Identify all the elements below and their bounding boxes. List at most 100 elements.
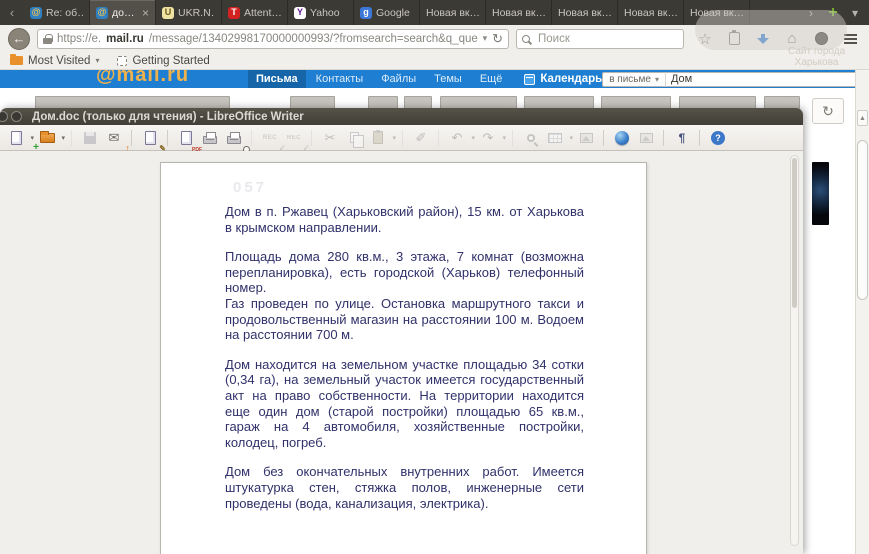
url-bar[interactable]: https://e. mail.ru/message/13402998170000… [37,28,509,49]
back-button[interactable]: ← [8,27,30,50]
home-icon[interactable]: ⌂ [782,29,802,49]
open-icon[interactable] [35,127,66,149]
browser-scrollbar[interactable]: ▲ [855,70,869,554]
tab-close-icon[interactable]: × [142,7,149,19]
new-document-icon[interactable]: + [4,127,39,152]
redo-icon[interactable]: ↷ [476,127,507,149]
window-close-icon[interactable] [0,111,8,122]
tab-controls: › + ▾ [801,0,869,25]
insert-image-icon[interactable] [574,127,598,149]
bookmark-label: Getting Started [132,54,210,67]
document-paragraph: Площадь дома 280 кв.м., 3 этажа, 7 комна… [225,249,584,296]
scrollbar-thumb[interactable] [857,140,868,300]
attachment-thumbnail[interactable] [812,162,829,225]
mailru-nav-letters[interactable]: Письма [248,70,306,88]
tab-new-4[interactable]: Новая вк… [618,0,684,25]
tab-favicon: @ [96,6,108,19]
mail-search-input[interactable] [664,71,856,87]
clone-formatting-icon[interactable]: ✐ [402,127,433,149]
document-page[interactable]: 057 Дом в п. Ржавец (Харьковский район),… [160,162,647,554]
mail-page-right-area [803,88,856,554]
print-preview-icon[interactable] [222,127,250,153]
tab-favicon: @ [30,6,42,19]
help-icon[interactable]: ? [699,127,730,149]
mailru-nav-themes[interactable]: Темы [426,70,470,88]
undo-icon[interactable]: ↶ [438,127,476,149]
document-paragraph: Дом без окончательных внутренних работ. … [225,464,584,511]
url-path: /message/13402998170000000993/?fromsearc… [148,32,478,45]
send-email-icon[interactable]: ✉ ↑ [102,127,130,152]
document-paragraph: Дом в п. Ржавец (Харьковский район), 15 … [225,204,584,235]
tab-attent[interactable]: T Attent… [222,0,288,25]
print-icon[interactable] [198,127,222,149]
mailru-nav-more[interactable]: Ещё [472,70,511,88]
bookmark-star-icon[interactable]: ☆ [695,29,715,49]
tab-favicon: g [360,6,372,19]
mailru-nav-files[interactable]: Файлы [373,70,424,88]
tab-label: до… [112,6,135,19]
document-paragraph: Дом находится на земельном участке площа… [225,356,584,450]
tab-new-3[interactable]: Новая вк… [552,0,618,25]
find-replace-icon[interactable] [512,127,543,149]
calendar-icon [524,73,536,85]
reload-icon[interactable]: ↻ [492,31,503,47]
document-text: Дом в п. Ржавец (Харьковский район), 15 … [161,163,646,511]
mailru-nav: Письма Контакты Файлы Темы Ещё [248,70,510,88]
mailru-logo[interactable]: @mail.ru [96,70,248,87]
scrollbar-up-icon[interactable]: ▲ [857,110,868,126]
mail-search-scope-dropdown[interactable]: в письме ▾ [602,71,665,87]
save-icon[interactable] [71,127,102,149]
mailru-calendar-link[interactable]: Календарь [524,73,602,85]
libreoffice-title-bar[interactable]: Дом.doc (только для чтения) - LibreOffic… [0,108,803,125]
window-minimize-icon[interactable] [11,111,22,122]
tab-google[interactable]: g Google [354,0,420,25]
tab-new-5[interactable]: Новая вк… [684,0,750,25]
search-input[interactable] [536,31,656,46]
tab-new-1[interactable]: Новая вк… [420,0,486,25]
mailru-header: @mail.ru Письма Контакты Файлы Темы Ещё Кале… [0,70,856,88]
search-icon [522,34,532,43]
gallery-icon[interactable] [634,127,658,149]
insert-table-icon[interactable] [543,127,574,149]
tab-do-active[interactable]: @ до… × [90,0,156,25]
bookmarks-menu-icon[interactable] [724,29,744,49]
new-tab-button[interactable]: + [823,4,843,22]
tab-scroll-right-icon[interactable]: › [801,6,821,20]
libreoffice-scrollbar-thumb[interactable] [792,158,797,308]
tab-label: Yahoo [310,6,340,19]
libreoffice-scrollbar[interactable] [790,155,799,546]
screen: ‹ @ Re: об… @ до… × U UKR.N… T Attent… [0,0,869,554]
bookmark-caret-icon: ▾ [95,56,100,65]
show-changes-icon[interactable]: REC ✓ [282,127,310,153]
scope-label: в письме [609,73,651,85]
nav-icons: ☆ ⌂ [695,29,860,49]
tab-favicon: U [162,6,174,19]
export-pdf-icon[interactable]: PDF [167,127,202,152]
tab-yahoo[interactable]: Y Yahoo [288,0,354,25]
record-changes-icon[interactable]: REC ✓ [251,127,286,152]
copy-icon[interactable] [342,127,366,149]
hyperlink-icon[interactable] [603,127,634,149]
cut-icon[interactable]: ✂ [311,127,342,149]
url-dropdown-icon[interactable]: ▾ [483,33,488,44]
mailru-nav-contacts[interactable]: Контакты [308,70,372,88]
formatting-marks-icon[interactable]: ¶ [663,127,694,149]
viewer-refresh-button[interactable]: ↻ [812,98,844,124]
account-icon[interactable] [811,29,831,49]
bookmark-icon [117,55,128,66]
tab-label: Attent… [244,6,281,19]
bookmark-icon [10,54,23,65]
menu-hamburger-icon[interactable] [840,29,860,49]
tab-ukrn[interactable]: U UKR.N… [156,0,222,25]
browser-search-bar[interactable] [516,28,684,49]
bookmark-getting-started[interactable]: Getting Started [117,54,210,67]
paste-icon[interactable] [366,127,397,149]
bookmark-most-visited[interactable]: Most Visited ▾ [10,54,100,67]
downloads-icon[interactable] [753,29,773,49]
url-scheme: https://e. [57,32,102,45]
tab-list-icon[interactable]: ▾ [845,6,865,20]
tab-re-ob[interactable]: @ Re: об… [24,0,90,25]
tab-new-2[interactable]: Новая вк… [486,0,552,25]
tab-scroll-left-icon[interactable]: ‹ [0,0,24,25]
edit-file-icon[interactable]: ✎ [131,127,166,152]
